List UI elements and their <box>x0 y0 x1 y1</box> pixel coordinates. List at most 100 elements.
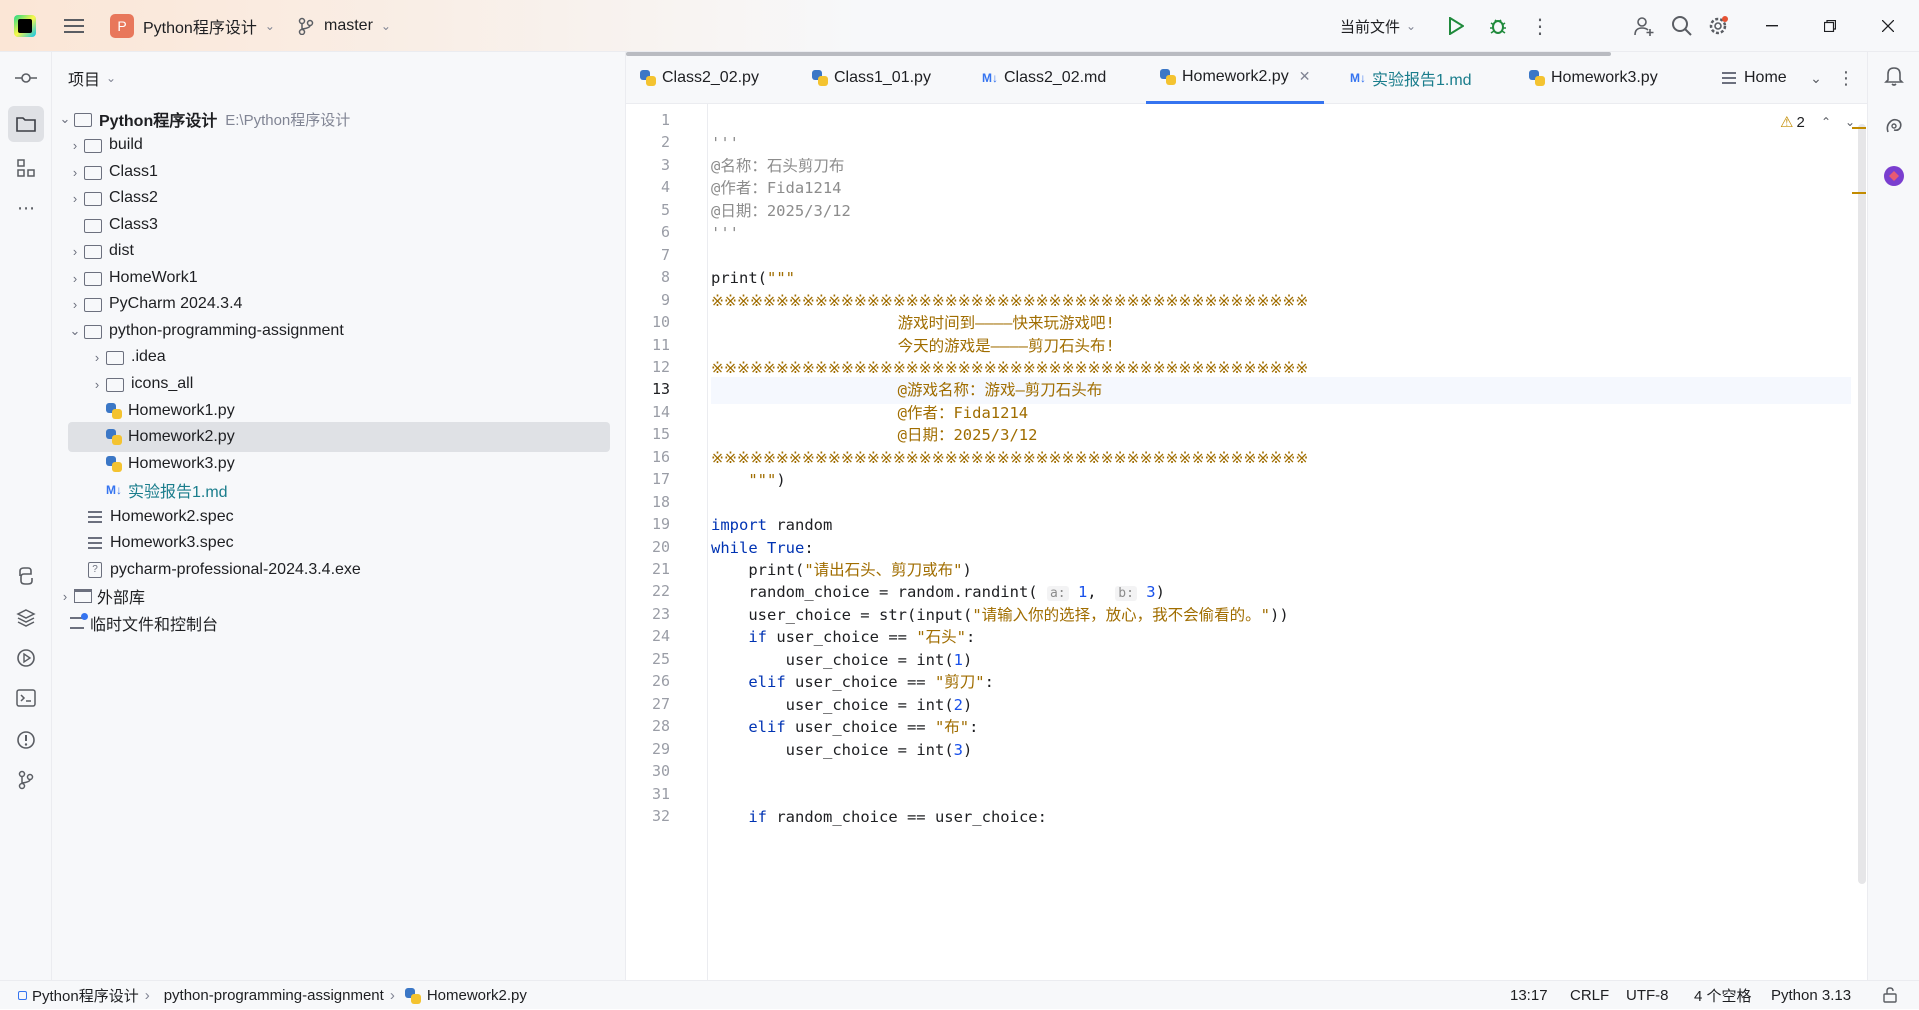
vertical-scrollbar[interactable] <box>1858 124 1866 884</box>
chevron-right-icon[interactable]: › <box>66 138 84 153</box>
chevron-right-icon[interactable]: › <box>66 165 84 180</box>
tree-item-icons-all[interactable]: › icons_all <box>88 369 193 399</box>
project-folder-icon[interactable] <box>8 106 44 142</box>
chevron-right-icon: › <box>389 987 395 1004</box>
file-encoding[interactable]: UTF-8 <box>1626 981 1669 1010</box>
add-user-icon[interactable] <box>1632 14 1656 38</box>
inspection-widget[interactable]: ⚠ 2 <box>1780 110 1805 134</box>
navigation-breadcrumb: Python程序设计 › python-programming-assignme… <box>18 981 527 1010</box>
more-tools-icon[interactable]: ⋯ <box>14 196 38 220</box>
tab-class1-01-py[interactable]: Class1_01.py <box>812 52 931 104</box>
tree-item-build[interactable]: › build <box>66 130 143 160</box>
chevron-right-icon[interactable]: › <box>66 244 84 259</box>
settings-gear-icon[interactable] <box>1706 14 1730 38</box>
chevron-down-icon[interactable]: ⌄ <box>1804 66 1828 90</box>
branch-switcher[interactable]: master ⌄ <box>298 0 391 52</box>
search-icon[interactable] <box>1670 14 1694 38</box>
warning-icon: ⚠ <box>1780 114 1794 131</box>
chevron-right-icon[interactable]: › <box>88 377 106 392</box>
line-number: 23 <box>651 604 670 623</box>
tree-item-homework2-py[interactable]: Homework2.py <box>68 422 610 452</box>
tree-item-pycharm[interactable]: › PyCharm 2024.3.4 <box>66 289 242 319</box>
tree-item-label: 实验报告1.md <box>128 484 228 501</box>
notifications-bell-icon[interactable] <box>1882 64 1906 88</box>
tab-class2-02-md[interactable]: M↓ Class2_02.md <box>982 52 1106 104</box>
minimize-icon[interactable] <box>1760 14 1784 38</box>
tab-home-truncated[interactable]: Home <box>1722 52 1800 104</box>
next-highlight-icon[interactable]: ⌄ <box>1840 110 1860 134</box>
breadcrumb-project[interactable]: Python程序设计 <box>32 985 139 1006</box>
read-only-lock-icon[interactable] <box>1880 985 1900 1005</box>
close-icon[interactable] <box>1876 14 1900 38</box>
chevron-down-icon[interactable]: ⌄ <box>66 323 84 339</box>
tree-item-class2[interactable]: › Class2 <box>66 183 158 213</box>
problems-icon[interactable] <box>14 728 38 752</box>
project-badge[interactable]: P <box>110 14 134 38</box>
line-number: 18 <box>651 492 670 511</box>
more-actions-icon[interactable]: ⋮ <box>1528 14 1552 38</box>
run-icon[interactable] <box>1444 14 1468 38</box>
tab-label: Homework2.py <box>1182 67 1289 85</box>
ai-assistant-icon[interactable] <box>1882 114 1906 138</box>
warning-marker[interactable] <box>1852 127 1866 129</box>
indent-setting[interactable]: 4 个空格 <box>1694 981 1752 1010</box>
right-tool-strip <box>1867 52 1919 980</box>
structure-icon[interactable] <box>14 156 38 180</box>
close-tab-icon[interactable]: ✕ <box>1299 68 1311 85</box>
tree-item-idea[interactable]: › .idea <box>88 342 166 372</box>
tree-item-label: HomeWork1 <box>109 269 198 286</box>
tree-item-dist[interactable]: › dist <box>66 236 134 266</box>
project-switcher[interactable]: Python程序设计 ⌄ <box>143 0 275 52</box>
chevron-right-icon[interactable]: › <box>56 589 74 604</box>
code-line[interactable]: ''' <box>711 220 739 247</box>
line-separator[interactable]: CRLF <box>1570 981 1609 1010</box>
python-packages-icon[interactable] <box>14 606 38 630</box>
tab-label: Class2_02.md <box>1004 69 1107 86</box>
tree-item-label: pycharm-professional-2024.3.4.exe <box>110 561 361 578</box>
python-file-icon <box>106 403 122 419</box>
chevron-right-icon[interactable]: › <box>66 271 84 286</box>
python-interpreter[interactable]: Python 3.13 <box>1771 981 1851 1010</box>
breadcrumb-folder[interactable]: python-programming-assignment <box>164 987 384 1004</box>
run-configuration-selector[interactable]: 当前文件 ⌄ <box>1340 0 1416 52</box>
line-number: 8 <box>660 268 670 287</box>
tree-item-homework3-spec[interactable]: Homework3.spec <box>88 528 234 558</box>
previous-highlight-icon[interactable]: ⌃ <box>1816 110 1836 134</box>
caret-position[interactable]: 13:17 <box>1510 981 1548 1010</box>
code-area[interactable]: ''' @名称：石头剪刀布 @作者：Fida1214 @日期：2025/3/12 '''… <box>711 104 1851 980</box>
warning-count: 2 <box>1796 113 1805 131</box>
warning-marker[interactable] <box>1852 192 1866 194</box>
plugin-icon[interactable] <box>1882 164 1906 188</box>
tree-item-scratches[interactable]: 临时文件和控制台 <box>70 608 218 638</box>
terminal-icon[interactable] <box>14 686 38 710</box>
code-line[interactable]: user_choice = int(3) <box>711 737 973 764</box>
code-editor[interactable]: 1 2 3 4 5 6 7 8 9 10 11 12 13 14 15 16 17 18 19 20 21 22 23 24 2… <box>626 104 1867 980</box>
breadcrumb-file[interactable]: Homework2.py <box>427 987 527 1004</box>
code-line[interactable]: """) <box>711 467 785 494</box>
commit-icon[interactable] <box>14 66 38 90</box>
tree-item-report-md[interactable]: M↓ 实验报告1.md <box>106 475 228 505</box>
code-line[interactable]: ※※※※※※※※※※※※※※※※※※※※※※※※※※※※※※※※※※※※※※※※… <box>711 445 1308 472</box>
chevron-right-icon[interactable]: › <box>66 191 84 206</box>
services-icon[interactable] <box>14 646 38 670</box>
code-line[interactable]: if random_choice == user_choice: <box>711 804 1047 831</box>
project-tool-window: 项目 ⌄ ⌄ Python程序设计 E:\Python程序设计 › build … <box>52 52 626 980</box>
project-view-selector[interactable]: 项目 ⌄ <box>68 66 116 90</box>
tab-options-icon[interactable]: ⋮ <box>1834 66 1858 90</box>
tab-report-md[interactable]: M↓ 实验报告1.md <box>1350 52 1472 104</box>
chevron-down-icon[interactable]: ⌄ <box>56 111 74 127</box>
python-file-icon <box>640 70 656 86</box>
python-console-icon[interactable] <box>14 564 38 588</box>
tab-homework3-py[interactable]: Homework3.py <box>1529 52 1658 104</box>
chevron-right-icon[interactable]: › <box>66 297 84 312</box>
tab-homework2-py[interactable]: Homework2.py ✕ <box>1146 52 1325 104</box>
version-control-icon[interactable] <box>14 768 38 792</box>
main-menu-icon[interactable] <box>62 14 86 38</box>
chevron-right-icon[interactable]: › <box>88 350 106 365</box>
editor-tab-bar: Class2_02.py Class1_01.py M↓ Class2_02.m… <box>626 52 1867 104</box>
tab-class2-02-py[interactable]: Class2_02.py <box>640 52 759 104</box>
restore-icon[interactable] <box>1818 14 1842 38</box>
tree-item-external-libraries[interactable]: › 外部库 <box>56 581 145 611</box>
debug-icon[interactable] <box>1486 14 1510 38</box>
project-name: Python程序设计 <box>143 20 257 37</box>
